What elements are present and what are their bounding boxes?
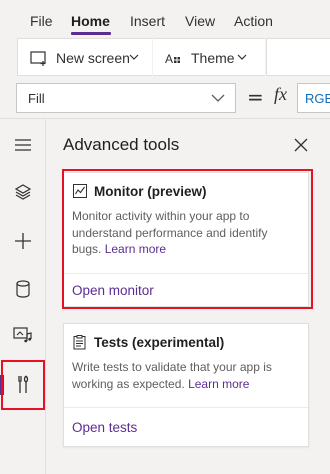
tab-home[interactable]: Home: [71, 12, 110, 30]
property-value: Fill: [28, 91, 45, 106]
tab-view[interactable]: View: [185, 12, 215, 30]
rail-item-tree-view[interactable]: [0, 172, 46, 212]
tests-card-title: Tests (experimental): [94, 334, 225, 350]
media-icon: [13, 327, 32, 343]
tab-insert[interactable]: Insert: [130, 12, 165, 30]
chevron-down-icon: [129, 54, 139, 60]
new-screen-button[interactable]: New screen: [17, 38, 152, 76]
new-screen-icon: [30, 51, 46, 66]
left-rail: [0, 118, 46, 474]
rail-item-data[interactable]: [0, 269, 46, 309]
active-tab-indicator: [71, 32, 111, 35]
tests-card-description: Write tests to validate that your app is…: [72, 359, 298, 392]
chevron-down-icon: [237, 54, 247, 60]
close-icon[interactable]: [293, 137, 309, 153]
formula-value: RGBA(255, 255, 255, 1): [305, 91, 330, 106]
theme-button[interactable]: A Theme: [153, 38, 265, 76]
formula-bar: Fill = fx RGBA(255, 255, 255, 1): [0, 78, 330, 118]
open-tests-link[interactable]: Open tests: [72, 420, 137, 435]
card-divider: [64, 407, 308, 408]
theme-icon: A: [165, 52, 180, 66]
tab-file[interactable]: File: [30, 12, 53, 30]
tests-learn-more-link[interactable]: Learn more: [188, 377, 249, 391]
chevron-down-icon: [211, 94, 225, 102]
plus-icon: [15, 233, 31, 249]
toolbar-overflow-area: [266, 38, 330, 76]
new-screen-label: New screen: [56, 50, 130, 66]
panel-title: Advanced tools: [63, 135, 180, 154]
equals-sign: =: [247, 85, 264, 109]
tab-action[interactable]: Action: [234, 12, 273, 30]
theme-label: Theme: [191, 50, 235, 66]
rail-item-media[interactable]: [0, 315, 46, 355]
rail-item-insert[interactable]: [0, 221, 46, 261]
database-icon: [16, 280, 30, 298]
property-dropdown[interactable]: Fill: [16, 83, 236, 113]
highlight-box-tools: [1, 360, 45, 410]
formula-input[interactable]: RGBA(255, 255, 255, 1): [297, 83, 330, 113]
highlight-box-monitor: [62, 169, 313, 309]
rail-item-menu[interactable]: [0, 125, 46, 165]
hamburger-menu-icon: [15, 139, 31, 151]
tests-card-header: Tests (experimental): [73, 332, 224, 352]
svg-text:A: A: [165, 52, 173, 66]
test-checklist-icon: [73, 334, 86, 349]
ribbon-tabs: File Home Insert View Action: [0, 0, 330, 38]
tests-card: Tests (experimental) Write tests to vali…: [63, 323, 309, 447]
fx-icon[interactable]: fx: [274, 84, 287, 105]
toolbar: New screen A Theme: [0, 38, 330, 78]
layers-icon: [14, 184, 32, 200]
